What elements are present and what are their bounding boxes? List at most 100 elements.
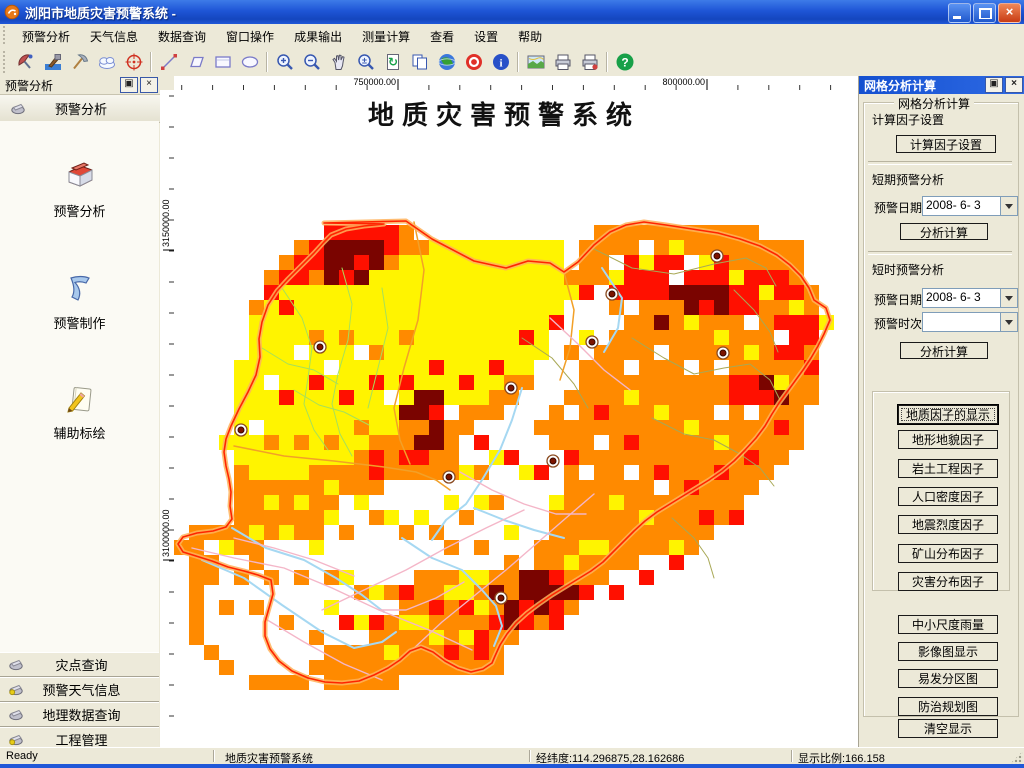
refresh-icon[interactable]: ↻ [379, 49, 406, 75]
menu-item-测量计算[interactable]: 测量计算 [352, 27, 420, 47]
warning-analysis-icon [61, 162, 99, 198]
factor-button-人口密度因子[interactable]: 人口密度因子 [898, 487, 998, 506]
display-button-防治规划图[interactable]: 防治规划图 [898, 697, 998, 716]
menu-item-天气信息[interactable]: 天气信息 [80, 27, 148, 47]
pan-hand-icon[interactable] [325, 49, 352, 75]
menu-item-帮助[interactable]: 帮助 [508, 27, 552, 47]
minimize-button[interactable] [948, 3, 971, 23]
chevron-down-icon[interactable] [1000, 197, 1017, 215]
zoom-extent-icon[interactable]: ± [352, 49, 379, 75]
rectangle-tool-icon[interactable] [209, 49, 236, 75]
calc-factor-section-label: 计算因子设置 [872, 111, 949, 128]
short-time-analyze-button[interactable]: 分析计算 [900, 342, 988, 359]
globe-icon[interactable] [433, 49, 460, 75]
menu-item-预警分析[interactable]: 预警分析 [12, 27, 80, 47]
close-panel-icon[interactable]: × [1005, 77, 1023, 93]
toolbar-gripper[interactable] [2, 50, 9, 74]
svg-text:3100000.00: 3100000.00 [161, 509, 171, 557]
status-bar: Ready 地质灾害预警系统 经纬度:114.296875,28.162686 … [0, 747, 1024, 765]
mouse-gray-icon [8, 655, 24, 674]
map-title: 地质灾害预警系统 [368, 100, 640, 130]
status-divider [213, 750, 215, 762]
factor-button-岩土工程因子[interactable]: 岩土工程因子 [898, 459, 998, 478]
sidebar-item-辅助标绘[interactable]: 辅助标绘 [0, 381, 159, 442]
polygon-tool-icon[interactable] [182, 49, 209, 75]
map-image-icon[interactable] [522, 49, 549, 75]
factor-button-地形地貌因子[interactable]: 地形地貌因子 [898, 430, 998, 449]
app-logo-icon [4, 4, 20, 20]
info-icon[interactable]: i [487, 49, 514, 75]
hammer-water-icon[interactable] [39, 49, 66, 75]
left-panel: 预警分析 ▣ × 预警分析 预警分析预警制作辅助标绘 灾点查询预警天气信息 地理数… [0, 76, 161, 752]
close-panel-icon[interactable]: × [140, 77, 158, 93]
line-tool-icon[interactable] [155, 49, 182, 75]
zoom-in-icon[interactable] [271, 49, 298, 75]
print-icon[interactable] [549, 49, 576, 75]
short-term-date-value: 2008- 6- 3 [926, 198, 981, 212]
cloud-icon[interactable] [93, 49, 120, 75]
short-term-section-label: 短期预警分析 [872, 171, 949, 188]
sidebar-item-预警分析[interactable]: 预警分析 [0, 159, 159, 220]
sidebar-item-预警制作[interactable]: 预警制作 [0, 271, 159, 332]
short-time-times-combo[interactable] [922, 312, 1018, 332]
zoom-out-icon[interactable] [298, 49, 325, 75]
menu-item-查看[interactable]: 查看 [420, 27, 464, 47]
satellite-icon[interactable] [12, 49, 39, 75]
left-panel-section-header[interactable]: 预警分析 [0, 95, 160, 123]
chevron-down-icon[interactable] [1000, 289, 1017, 307]
pin-icon[interactable]: ▣ [120, 77, 138, 93]
target-icon[interactable] [120, 49, 147, 75]
short-term-date-combo[interactable]: 2008- 6- 3 [922, 196, 1018, 216]
status-divider [791, 750, 793, 762]
display-button-清空显示[interactable]: 清空显示 [898, 719, 998, 738]
display-button-易发分区图[interactable]: 易发分区图 [898, 669, 998, 688]
left-panel-title: 预警分析 [5, 78, 54, 93]
chevron-down-icon[interactable] [1000, 313, 1017, 331]
map-area: 750000.00 800000.00 3150000.00 3100000.00 … [160, 76, 858, 747]
sidebar-bar-预警天气信息[interactable]: 预警天气信息 [0, 677, 159, 702]
warning-produce-icon [61, 275, 99, 310]
sidebar-item-label: 预警分析 [53, 204, 106, 219]
short-time-times-value [923, 313, 1000, 331]
sidebar-bar-label: 灾点查询 [55, 658, 108, 673]
map-canvas[interactable]: 地质灾害预警系统 [174, 90, 858, 747]
ellipse-tool-icon[interactable] [236, 49, 263, 75]
maximize-button[interactable] [973, 3, 996, 23]
print-setup-icon[interactable] [576, 49, 603, 75]
display-button-影像图显示[interactable]: 影像图显示 [898, 642, 998, 661]
toolbar-separator [606, 52, 608, 72]
short-term-analyze-button[interactable]: 分析计算 [900, 223, 988, 240]
factor-button-地震烈度因子[interactable]: 地震烈度因子 [898, 515, 998, 534]
menu-item-数据查询[interactable]: 数据查询 [148, 27, 216, 47]
display-button-中小尺度雨量[interactable]: 中小尺度雨量 [898, 615, 998, 634]
pin-icon[interactable]: ▣ [985, 77, 1003, 93]
menu-item-设置[interactable]: 设置 [464, 27, 508, 47]
groupbox-legend: 网格分析计算 [894, 95, 975, 112]
calc-factor-setting-button[interactable]: 计算因子设置 [896, 135, 996, 153]
pick-icon[interactable] [66, 49, 93, 75]
mouse-gray-icon [8, 705, 24, 724]
short-time-date-combo[interactable]: 2008- 6- 3 [922, 288, 1018, 308]
factor-button-灾害分布因子[interactable]: 灾害分布因子 [898, 572, 998, 591]
factor-button-地质因子的显示[interactable]: 地质因子的显示 [898, 405, 998, 424]
menu-gripper[interactable] [2, 26, 9, 46]
status-ready: Ready [6, 750, 38, 762]
short-time-date-value: 2008- 6- 3 [926, 290, 981, 304]
sidebar-bar-灾点查询[interactable]: 灾点查询 [0, 652, 159, 677]
main-region: 预警分析 ▣ × 预警分析 预警分析预警制作辅助标绘 灾点查询预警天气信息 地理数… [0, 76, 1024, 752]
menu-item-成果输出[interactable]: 成果输出 [284, 27, 352, 47]
sidebar-bar-地理数据查询[interactable]: 地理数据查询 [0, 702, 159, 727]
resize-grip[interactable] [1010, 751, 1023, 764]
close-button[interactable]: × [998, 3, 1021, 23]
vertical-ruler: 3150000.00 3100000.00 [160, 90, 175, 747]
left-panel-bottom-bars: 灾点查询 预警天气信息 地理数据查询 工程管理 [0, 652, 159, 752]
copy-icon[interactable] [406, 49, 433, 75]
stop-icon[interactable] [460, 49, 487, 75]
svg-text:↻: ↻ [387, 55, 397, 69]
menu-item-窗口操作[interactable]: 窗口操作 [216, 27, 284, 47]
help-icon[interactable]: ? [611, 49, 638, 75]
short-time-date-label: 预警日期 [874, 293, 923, 307]
ruler-corner [160, 76, 175, 91]
factor-button-矿山分布因子[interactable]: 矿山分布因子 [898, 544, 998, 563]
toolbar: ± ↻ i? [0, 48, 1024, 77]
